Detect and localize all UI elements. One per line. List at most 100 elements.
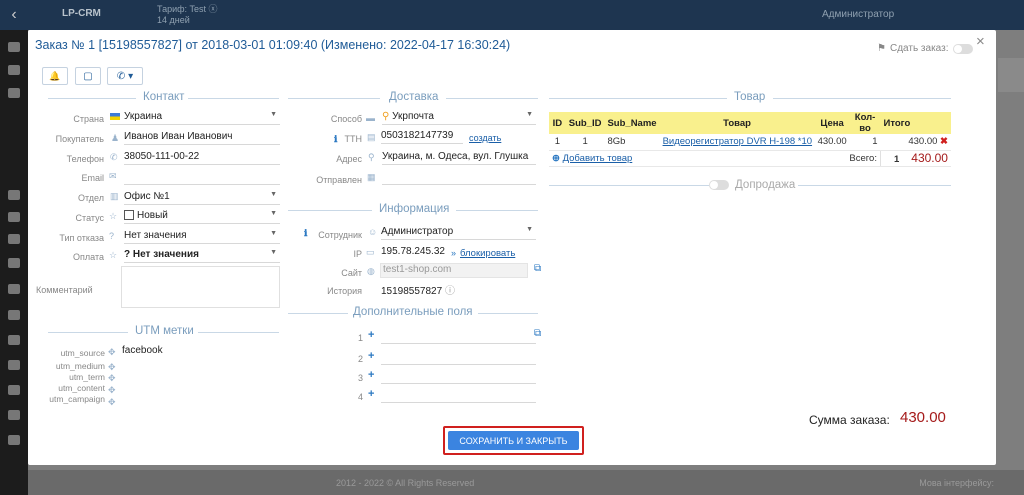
megaphone-icon[interactable] [8, 335, 20, 345]
extra-field-1-input[interactable] [381, 330, 536, 344]
cart-icon[interactable] [8, 65, 20, 75]
phone-button[interactable]: ✆ ▾ [107, 67, 143, 85]
payment-select[interactable]: ? Нет значения ▼ [124, 249, 280, 263]
cell-qty[interactable]: 1 [849, 134, 881, 151]
add-product-link: Добавить товар [562, 152, 633, 164]
footer-language[interactable]: Мова інтерфейсу: [919, 478, 994, 488]
file-icon[interactable] [8, 258, 20, 268]
upsell-switch[interactable] [709, 180, 729, 190]
extra-field-3-input[interactable] [381, 370, 536, 384]
phone-input[interactable]: 38050-111-00-22 [124, 151, 280, 165]
question-circle-icon: ? [109, 231, 115, 241]
map-pin-icon: ⚲ [368, 152, 375, 162]
app-logo: LP-CRM [62, 8, 101, 19]
close-icon[interactable]: × [976, 33, 985, 50]
info-circle-icon: ℹ [304, 228, 308, 238]
plus-icon[interactable]: + [368, 369, 374, 381]
plus-icon[interactable]: + [368, 388, 374, 400]
plus-icon[interactable]: + [368, 329, 374, 341]
plus-icon[interactable]: + [368, 350, 374, 362]
extra-field-4-input[interactable] [381, 389, 536, 403]
block-ip-link[interactable]: блокировать [460, 248, 515, 259]
flag-ua-icon [110, 112, 120, 120]
email-input[interactable] [124, 171, 280, 185]
col-id: ID [549, 112, 566, 134]
cross-arrows-icon: ✥ [108, 385, 116, 395]
upsell-title[interactable]: Допродажа [709, 179, 795, 191]
external-link-icon[interactable]: ⧉ [534, 263, 541, 274]
document-icon: ▤ [367, 132, 376, 142]
upsell-line-right [798, 185, 951, 186]
method-label: Способ [330, 114, 362, 124]
user-circle-icon: ☺ [368, 227, 378, 237]
tarif-info: Тариф: Test ⓧ 14 дней [157, 4, 218, 25]
info-title: Информация [379, 203, 450, 215]
delete-icon[interactable]: ✖ [940, 136, 948, 147]
col-sub-name: Sub_Name [604, 112, 660, 134]
chart-icon[interactable] [8, 190, 20, 200]
extra-field-2-input[interactable] [381, 351, 536, 365]
cell-price[interactable]: 430.00 [814, 134, 850, 151]
sdat-label: Сдать заказ: [889, 43, 949, 54]
back-icon[interactable]: ‹ [0, 0, 28, 30]
stats-icon[interactable] [8, 284, 20, 294]
pay-icon[interactable] [8, 435, 20, 445]
upsell-line-left [549, 185, 709, 186]
line-chart-icon[interactable] [8, 310, 20, 320]
col-product: Товар [659, 112, 815, 134]
ip-value: 195.78.245.32 [381, 246, 445, 257]
goods-title: Товар [734, 91, 766, 103]
ttn-input[interactable]: 0503182147739 [381, 130, 463, 144]
country-select[interactable]: Украина ▼ [110, 111, 280, 125]
add-product-cell[interactable]: ⊕ Добавить товар [549, 150, 815, 167]
note-button[interactable]: ▢ [75, 67, 101, 85]
envelope-icon: ✉ [109, 171, 117, 181]
history-value[interactable]: 15198557827 ⓘ [381, 282, 461, 296]
globe-icon: ◍ [367, 266, 375, 276]
box-icon[interactable] [8, 88, 20, 98]
cell-id: 1 [549, 134, 566, 151]
sent-date-input[interactable] [382, 171, 536, 185]
col-sub-id: Sub_ID [565, 112, 605, 134]
gear-icon[interactable] [8, 385, 20, 395]
truck-icon[interactable] [8, 234, 20, 244]
admin-user[interactable]: Администратор [822, 9, 894, 20]
cell-product[interactable]: Видеорегистратор DVR H-198 *10 [659, 134, 815, 151]
ttn-create-link[interactable]: создать [469, 133, 501, 143]
info-icon[interactable] [8, 410, 20, 420]
save-button-highlight: СОХРАНИТЬ И ЗАКРЫТЬ [443, 426, 584, 455]
goods-total-row: ⊕ Добавить товар Всего: 1 430.00 [549, 150, 951, 167]
address-label: Адрес [336, 154, 362, 164]
cross-arrows-icon: ✥ [108, 397, 116, 407]
bell-button[interactable]: 🔔 [42, 67, 68, 85]
method-select[interactable]: ⚲ Укрпочта ▼ [382, 111, 536, 125]
refusal-select[interactable]: Нет значения ▼ [124, 230, 280, 244]
status-select[interactable]: Новый ▼ [124, 210, 280, 224]
status-color-box [124, 210, 134, 221]
chevron-down-icon: ▼ [526, 226, 533, 233]
address-input[interactable]: Украина, м. Одеса, вул. Глушка [382, 151, 536, 165]
cell-sub-id: 1 [565, 134, 605, 151]
star-icon: ☆ [109, 250, 118, 260]
extra-field-1-label: 1 [357, 333, 363, 343]
goods-line-right [773, 98, 951, 99]
comment-textarea[interactable] [121, 266, 280, 308]
comment-label: Комментарий [36, 285, 93, 295]
ttn-label: ТТН [344, 134, 363, 144]
monitor-small-icon: ▭ [366, 247, 375, 257]
buyer-input[interactable]: Иванов Иван Иванович [124, 131, 280, 145]
phone-label: Телефон [66, 154, 104, 164]
ip-label: IP [353, 249, 362, 259]
save-and-close-button[interactable]: СОХРАНИТЬ И ЗАКРЫТЬ [448, 431, 579, 450]
sdat-toggle[interactable]: ⚑ Сдать заказ: [877, 43, 973, 54]
monitor-icon[interactable] [8, 42, 20, 52]
chevron-down-icon: ▼ [270, 249, 277, 256]
users-icon[interactable] [8, 212, 20, 222]
building-icon: ▥ [110, 191, 119, 201]
tools-icon[interactable] [8, 360, 20, 370]
employee-select[interactable]: Администратор ▼ [381, 226, 536, 240]
pin-icon: ⚲ [382, 111, 390, 122]
goods-line-left [549, 98, 727, 99]
sdat-switch[interactable] [952, 43, 973, 54]
department-select[interactable]: Офис №1 ▼ [124, 191, 280, 205]
